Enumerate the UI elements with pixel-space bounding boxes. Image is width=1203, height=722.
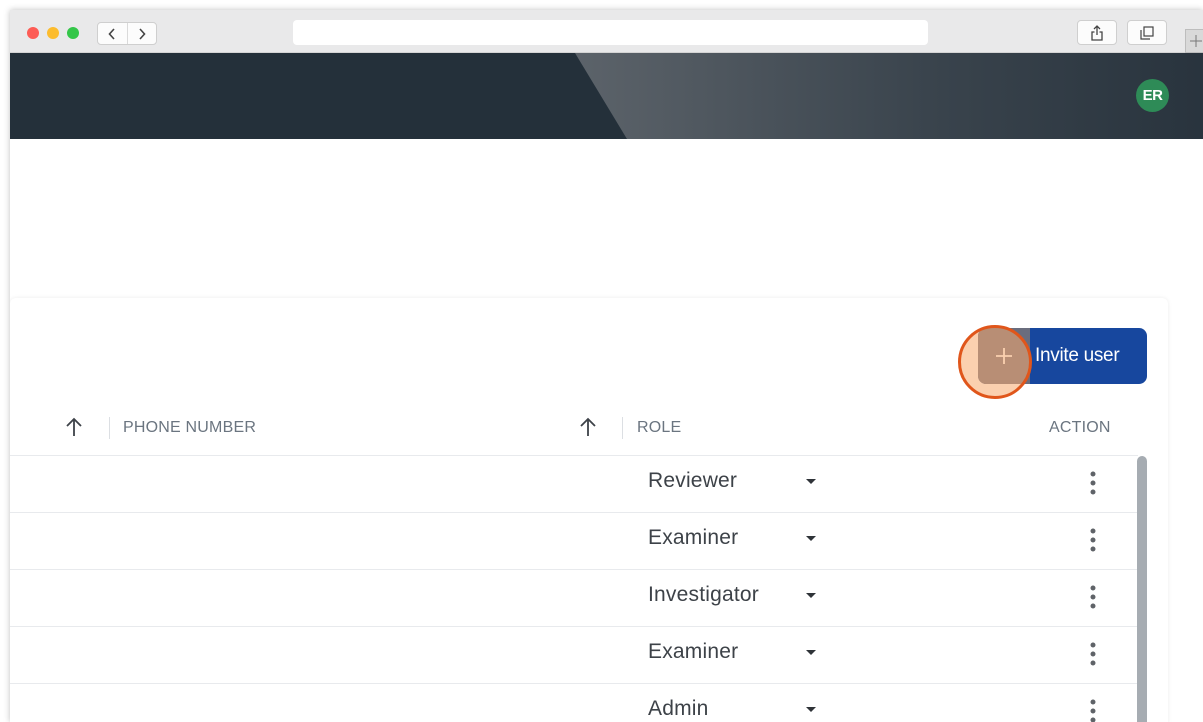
more-vert-icon[interactable] (1088, 470, 1098, 496)
role-select-value[interactable]: Admin (648, 697, 709, 721)
forward-button[interactable] (126, 23, 157, 44)
browser-toolbar (10, 10, 1203, 53)
sort-arrow-icon[interactable] (64, 416, 84, 443)
share-icon (1091, 24, 1103, 41)
new-tab-button[interactable] (1185, 29, 1203, 53)
back-button[interactable] (98, 23, 127, 44)
more-vert-icon[interactable] (1088, 698, 1098, 722)
role-select-value[interactable]: Reviewer (648, 469, 737, 493)
share-button[interactable] (1077, 20, 1117, 45)
more-vert-icon[interactable] (1088, 584, 1098, 610)
table-row: Admin (10, 683, 1138, 722)
column-header-role[interactable]: ROLE (637, 419, 681, 437)
sort-arrow-icon[interactable] (578, 416, 598, 443)
role-select-value[interactable]: Investigator (648, 583, 759, 607)
invite-user-button[interactable]: Invite user (978, 328, 1147, 384)
column-header-action: ACTION (1049, 419, 1111, 436)
user-avatar[interactable]: ER (1136, 79, 1169, 112)
close-window-button[interactable] (27, 27, 39, 39)
table-row: Examiner (10, 626, 1138, 683)
table-row: Examiner (10, 512, 1138, 569)
column-divider (622, 417, 623, 439)
chevron-right-icon (139, 27, 146, 40)
history-nav (97, 22, 157, 45)
more-vert-icon[interactable] (1088, 641, 1098, 667)
header-decoration (575, 53, 1203, 139)
table-row: Reviewer (10, 455, 1138, 512)
caret-down-icon[interactable] (805, 535, 817, 542)
caret-down-icon[interactable] (805, 478, 817, 485)
app-header: ER (10, 53, 1203, 139)
invite-plus-area (978, 328, 1030, 384)
chevron-left-icon (108, 27, 115, 40)
table-row: Investigator (10, 569, 1138, 626)
table-scrollbar[interactable] (1137, 456, 1147, 722)
tabs-icon (1140, 25, 1154, 40)
address-bar[interactable] (293, 20, 928, 45)
caret-down-icon[interactable] (805, 592, 817, 599)
minimize-window-button[interactable] (47, 27, 59, 39)
role-select-value[interactable]: Examiner (648, 526, 738, 550)
column-divider (109, 417, 110, 439)
invite-user-label: Invite user (1035, 345, 1120, 366)
plus-icon (996, 348, 1012, 364)
column-header-phone[interactable]: PHONE NUMBER (123, 419, 256, 437)
plus-icon (1190, 35, 1202, 47)
caret-down-icon[interactable] (805, 706, 817, 713)
browser-window: ER Invite user PHONE NUMBER ROLE ACTION … (10, 10, 1203, 722)
show-tabs-button[interactable] (1127, 20, 1167, 45)
more-vert-icon[interactable] (1088, 527, 1098, 553)
role-select-value[interactable]: Examiner (648, 640, 738, 664)
maximize-window-button[interactable] (67, 27, 79, 39)
caret-down-icon[interactable] (805, 649, 817, 656)
users-card: Invite user PHONE NUMBER ROLE ACTION Rev… (10, 298, 1168, 722)
